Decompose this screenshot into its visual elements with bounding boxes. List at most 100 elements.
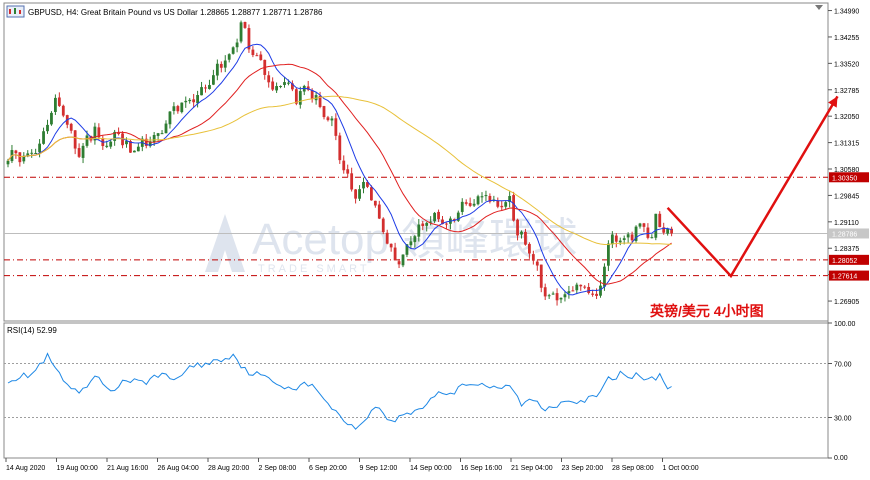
candle-body [227, 54, 231, 60]
candle-body [342, 160, 346, 171]
candle-body [571, 290, 575, 292]
price-tick-label: 1.34990 [834, 9, 859, 16]
candle-body [504, 202, 508, 207]
candle-body [528, 243, 531, 254]
candle-body [358, 189, 361, 199]
time-tick-label: 26 Aug 04:00 [158, 465, 199, 472]
time-tick-label: 23 Sep 20:00 [562, 465, 604, 472]
candle-body [164, 123, 168, 134]
candle-body [543, 287, 547, 297]
candle-body [516, 219, 519, 236]
candle-body [192, 99, 196, 103]
candle-body [354, 189, 357, 199]
rsi-tick-label: 100.00 [834, 321, 856, 328]
candle-body [259, 54, 263, 61]
time-tick-label: 1 Oct 00:00 [663, 465, 699, 472]
candle-body [239, 22, 243, 42]
candle-body [160, 133, 164, 135]
candle-body [330, 118, 334, 121]
candle-body [583, 286, 587, 288]
candle-body [346, 169, 350, 174]
price-level-label: 1.28052 [832, 258, 857, 265]
candle-body [18, 152, 22, 163]
price-tick-label: 1.26905 [834, 299, 859, 306]
symbol-info: GBPUSD, H4: Great Britain Pound vs US Do… [28, 8, 323, 17]
candle-body [614, 235, 618, 242]
candle-body [370, 187, 373, 201]
candle-body [208, 85, 211, 89]
candle-body [539, 264, 543, 288]
time-tick-label: 14 Sep 00:00 [410, 465, 452, 472]
time-tick-label: 28 Sep 08:00 [612, 465, 654, 472]
candle-body [607, 243, 610, 266]
candle-body [184, 100, 188, 103]
candle-body [109, 141, 113, 147]
time-tick-label: 9 Sep 12:00 [360, 465, 398, 472]
candle-body [235, 42, 239, 48]
candle-body [567, 291, 571, 294]
candle-body [445, 223, 448, 225]
time-tick-label: 14 Aug 2020 [6, 465, 45, 472]
candle-body [81, 145, 85, 158]
candle-body [283, 82, 286, 85]
candle-body [136, 146, 140, 152]
price-tick-label: 1.29845 [834, 193, 859, 200]
candle-body [219, 63, 223, 68]
candle-body [591, 293, 594, 295]
candle-body [279, 86, 282, 88]
time-tick-label: 19 Aug 00:00 [57, 465, 98, 472]
candle-body [334, 118, 338, 136]
candle-body [587, 286, 591, 293]
candle-body [595, 293, 598, 296]
candle-body [520, 231, 523, 235]
candle-body [618, 240, 622, 243]
price-tick-label: 1.32785 [834, 88, 859, 95]
candle-body [57, 97, 61, 106]
chart-annotation: 英镑/美元 4小时图 [649, 303, 764, 319]
candle-body [650, 237, 654, 239]
candle-body [409, 241, 413, 246]
candle-body [176, 106, 180, 112]
candle-body [401, 254, 405, 266]
candle-body [381, 218, 385, 233]
candle-body [30, 152, 34, 154]
candle-body [172, 106, 176, 111]
candle-body [267, 75, 271, 83]
candle-body [642, 223, 646, 227]
time-tick-label: 21 Sep 04:00 [511, 465, 553, 472]
candle-body [575, 284, 579, 291]
candle-body [551, 293, 555, 295]
candle-body [243, 22, 247, 28]
chart-window: Acetop 領峰環球 TRADE SMART 100.00 70.00 30.00… [0, 0, 870, 475]
candle-body [389, 243, 393, 248]
candle-body [654, 213, 658, 238]
candle-body [14, 150, 18, 154]
candle-body [287, 82, 290, 84]
candle-body [658, 213, 662, 228]
watermark-subtext: TRADE SMART [258, 263, 370, 275]
chart-svg: Acetop 領峰環球 TRADE SMART 100.0070.0030.00… [0, 0, 870, 475]
candle-body [472, 203, 476, 206]
candle-body [275, 86, 278, 91]
candle-body [484, 195, 488, 197]
candle-body [204, 87, 207, 89]
candle-body [599, 285, 602, 296]
candle-body [105, 145, 109, 147]
candle-body [433, 212, 436, 222]
candle-body [196, 95, 199, 104]
candle-body [437, 211, 440, 220]
candle-body [6, 160, 10, 165]
candle-body [626, 234, 630, 238]
time-tick-label: 21 Aug 16:00 [107, 465, 148, 472]
candle-body [50, 112, 53, 125]
rsi-tick-label: 30.00 [834, 416, 852, 423]
price-tick-label: 1.34255 [834, 35, 859, 42]
candle-body [397, 261, 401, 265]
rsi-tick-label: 70.00 [834, 362, 852, 369]
candle-body [555, 293, 559, 301]
candle-body [251, 49, 255, 56]
candle-body [417, 224, 421, 237]
candle-body [326, 117, 330, 121]
candle-body [480, 196, 484, 198]
current-price-label: 1.28786 [832, 231, 857, 238]
